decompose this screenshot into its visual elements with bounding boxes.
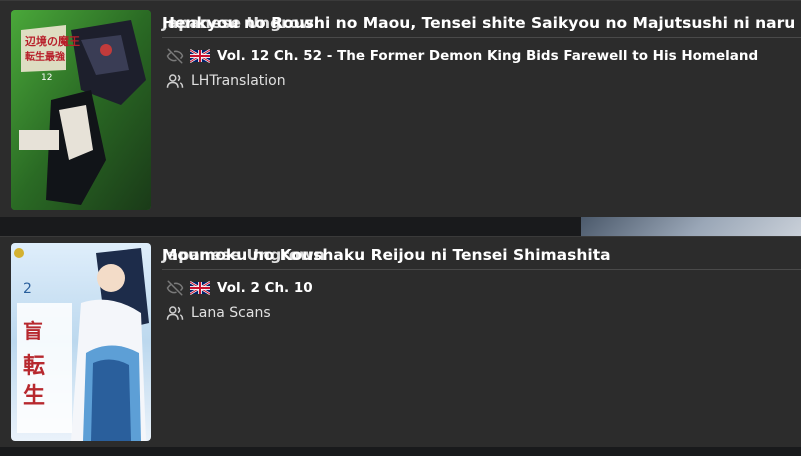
manga-cover[interactable]: 辺境の魔王 転生最強 12 — [11, 10, 151, 210]
chapter-title[interactable]: Vol. 2 Ch. 10 — [217, 280, 313, 296]
title-row[interactable]: Japanese Ungrown Moumoku no Koushaku Rei… — [162, 243, 801, 270]
chapter-row[interactable]: Vol. 2 Ch. 10 — [162, 278, 801, 298]
group-row[interactable]: LHTranslation — [162, 70, 801, 92]
scanlation-group[interactable]: Lana Scans — [191, 305, 271, 321]
title-row[interactable]: Japanese Ungrown Henkyou no Roushi no Ma… — [162, 11, 801, 38]
manga-cover[interactable]: 盲 転 生 2 — [11, 243, 151, 441]
users-icon — [166, 74, 184, 88]
cover-art-image: 盲 転 生 2 — [11, 243, 151, 441]
svg-text:辺境の魔王: 辺境の魔王 — [25, 34, 80, 48]
scanlation-group[interactable]: LHTranslation — [191, 73, 286, 89]
eye-off-icon[interactable] — [166, 279, 184, 297]
svg-text:12: 12 — [41, 73, 52, 83]
feed-card[interactable]: 盲 転 生 2 Japanese Ungrown Moumoku no Kous… — [0, 236, 801, 447]
svg-text:転生最強: 転生最強 — [25, 50, 65, 63]
chapter-row[interactable]: Vol. 12 Ch. 52 - The Former Demon King B… — [162, 46, 801, 66]
uk-flag-icon — [190, 281, 210, 295]
group-row[interactable]: Lana Scans — [162, 302, 801, 324]
chapter-title[interactable]: Vol. 12 Ch. 52 - The Former Demon King B… — [217, 48, 758, 64]
series-title[interactable]: Henkyou no Roushi no Maou, Tensei shite … — [162, 14, 795, 32]
cover-art-image: 辺境の魔王 転生最強 12 — [11, 10, 151, 210]
users-icon — [166, 306, 184, 320]
uk-flag-icon — [190, 49, 210, 63]
series-title[interactable]: Moumoku no Koushaku Reijou ni Tensei Shi… — [162, 246, 611, 264]
svg-text:盲: 盲 — [23, 319, 43, 343]
feed-card[interactable]: 辺境の魔王 転生最強 12 Japanese Ungrown Henkyou n… — [0, 0, 801, 217]
svg-text:転: 転 — [23, 353, 45, 379]
svg-text:2: 2 — [23, 281, 32, 297]
svg-text:生: 生 — [23, 383, 45, 409]
eye-off-icon[interactable] — [166, 47, 184, 65]
